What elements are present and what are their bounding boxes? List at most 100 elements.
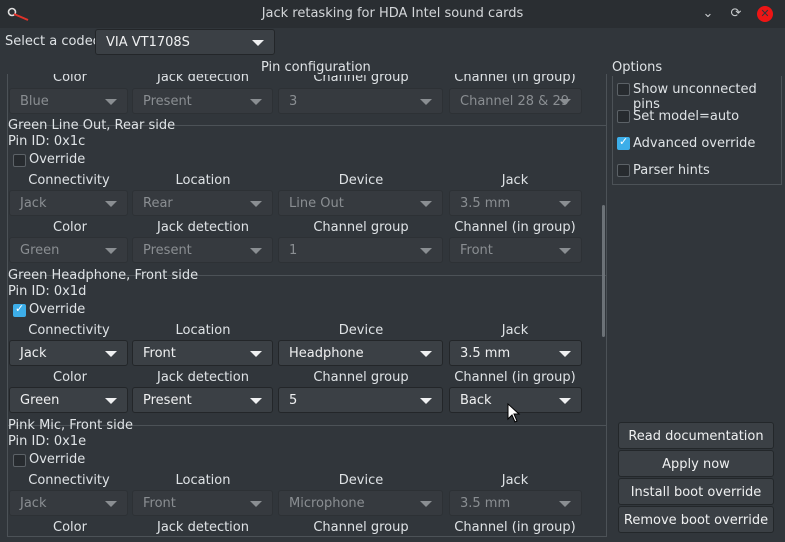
chevron-down-icon (105, 99, 117, 105)
chevron-down-icon (420, 99, 432, 105)
jack-detection-value: Present (143, 243, 192, 258)
chevron-down-icon (105, 398, 117, 404)
chevron-down-icon (559, 351, 571, 357)
channel-group-select[interactable]: 3 (278, 88, 443, 114)
chevron-down-icon (559, 398, 571, 404)
channel-group-select[interactable]: 1 (278, 237, 443, 263)
jack-value: 3.5 mm (460, 196, 511, 211)
color-select[interactable]: Green (9, 387, 128, 413)
parser-hints-label: Parser hints (633, 163, 710, 178)
header-jack: Jack (501, 173, 529, 188)
header-device: Device (338, 473, 384, 488)
restore-icon[interactable]: ⟳ (728, 6, 744, 22)
channel-group-value: 1 (289, 243, 298, 258)
color-value: Green (20, 243, 60, 258)
close-icon[interactable]: ✕ (757, 6, 773, 22)
header-channel-in-group: Channel (in group) (454, 220, 576, 235)
chevron-down-icon (250, 99, 262, 105)
header-channel-group: Channel group (313, 74, 409, 85)
channel-group-select[interactable]: 5 (278, 387, 443, 413)
device-select[interactable]: Microphone (278, 490, 443, 516)
pin-name: Green Line Out, Rear side (8, 118, 176, 133)
chevron-down-icon (559, 99, 571, 105)
header-channel-group: Channel group (313, 370, 409, 385)
channel-in-group-value: Back (460, 393, 492, 408)
channel-in-group-select[interactable]: Channel 28 & 29 (449, 88, 582, 114)
device-value: Microphone (289, 496, 365, 511)
override-label: Override (29, 452, 86, 467)
connectivity-select[interactable]: Jack (9, 190, 128, 216)
window-title: Jack retasking for HDA Intel sound cards (261, 6, 524, 21)
title-bar: Jack retasking for HDA Intel sound cards… (0, 0, 785, 28)
chevron-down-icon (250, 398, 262, 404)
override-checkbox[interactable] (13, 302, 26, 317)
header-connectivity: Connectivity (28, 173, 110, 188)
scrollbar-handle[interactable] (602, 205, 605, 337)
install-boot-override-button[interactable]: Install boot override (618, 478, 774, 505)
pin-config-panel: Color Jack detection Channel group Chann… (7, 74, 607, 537)
jack-detection-value: Present (143, 94, 192, 109)
chevron-down-icon (252, 40, 264, 46)
header-jack-detection: Jack detection (156, 220, 249, 235)
chevron-down-icon (105, 248, 117, 254)
location-select[interactable]: Rear (132, 190, 273, 216)
chevron-down-icon (420, 501, 432, 507)
channel-in-group-select[interactable]: Front (449, 237, 582, 263)
color-select[interactable]: Green (9, 237, 128, 263)
connectivity-select[interactable]: Jack (9, 340, 128, 366)
chevron-down-icon (250, 201, 262, 207)
minimize-icon[interactable]: ⌄ (700, 6, 716, 22)
header-channel-in-group: Channel (in group) (454, 520, 576, 535)
header-location: Location (175, 473, 231, 488)
override-checkbox[interactable] (13, 154, 26, 167)
chevron-down-icon (559, 501, 571, 507)
connectivity-value: Jack (20, 496, 47, 511)
color-value: Blue (20, 94, 49, 109)
read-documentation-button[interactable]: Read documentation (618, 422, 774, 449)
chevron-down-icon (420, 201, 432, 207)
remove-boot-override-button[interactable]: Remove boot override (618, 506, 774, 533)
header-channel-in-group: Channel (in group) (454, 74, 576, 85)
override-checkbox[interactable] (13, 454, 26, 467)
jack-detection-select[interactable]: Present (132, 387, 273, 413)
color-value: Green (20, 393, 60, 408)
codec-value: VIA VT1708S (106, 35, 190, 50)
header-color: Color (53, 220, 87, 235)
pin-name: Green Headphone, Front side (8, 268, 199, 283)
jack-detection-select[interactable]: Present (132, 237, 273, 263)
apply-now-button[interactable]: Apply now (618, 450, 774, 477)
connectivity-value: Jack (20, 346, 47, 361)
header-jack-detection: Jack detection (156, 74, 249, 85)
parser-hints-checkbox[interactable] (617, 164, 630, 177)
chevron-down-icon (105, 201, 117, 207)
location-select[interactable]: Front (132, 340, 273, 366)
show-unconnected-checkbox[interactable] (617, 83, 630, 96)
codec-select[interactable]: VIA VT1708S (95, 29, 275, 55)
header-jack-detection: Jack detection (156, 520, 249, 535)
color-select[interactable]: Blue (9, 88, 128, 114)
jack-select[interactable]: 3.5 mm (449, 190, 582, 216)
connectivity-select[interactable]: Jack (9, 490, 128, 516)
header-device: Device (338, 173, 384, 188)
set-model-auto-checkbox[interactable] (617, 110, 630, 123)
show-unconnected-label: Show unconnected pins (633, 82, 757, 112)
header-connectivity: Connectivity (28, 323, 110, 338)
app-window: Jack retasking for HDA Intel sound cards… (0, 0, 785, 542)
location-select[interactable]: Front (132, 490, 273, 516)
advanced-override-label: Advanced override (633, 136, 756, 151)
device-value: Headphone (289, 346, 364, 361)
channel-in-group-value: Channel 28 & 29 (460, 94, 569, 109)
jack-detection-select[interactable]: Present (132, 88, 273, 114)
jack-select[interactable]: 3.5 mm (449, 490, 582, 516)
header-device: Device (338, 323, 384, 338)
device-select[interactable]: Headphone (278, 340, 443, 366)
device-select[interactable]: Line Out (278, 190, 443, 216)
channel-in-group-value: Front (460, 243, 493, 258)
pin-name: Pink Mic, Front side (8, 418, 133, 433)
header-location: Location (175, 323, 231, 338)
advanced-override-checkbox[interactable] (617, 135, 630, 150)
chevron-down-icon (420, 248, 432, 254)
jack-select[interactable]: 3.5 mm (449, 340, 582, 366)
header-channel-group: Channel group (313, 520, 409, 535)
location-value: Front (143, 496, 176, 511)
